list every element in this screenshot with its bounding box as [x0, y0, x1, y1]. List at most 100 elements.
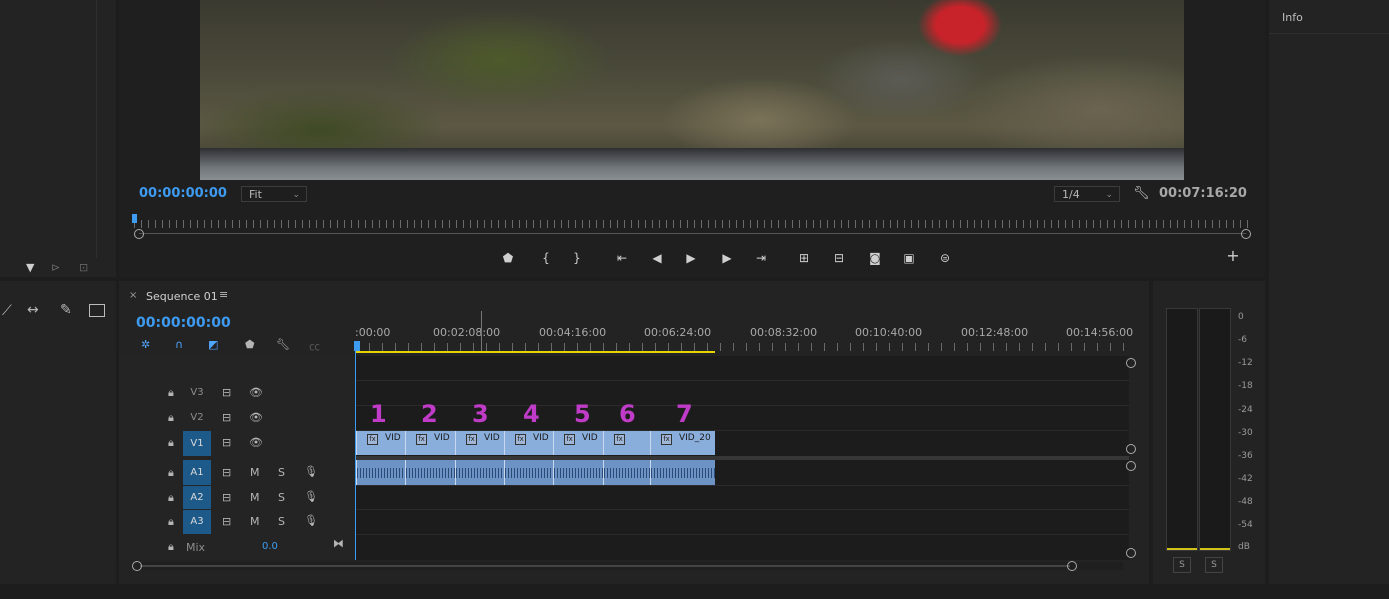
audio-vertical-scroll-top[interactable]	[1126, 461, 1136, 471]
snap-icon[interactable]: ∩	[175, 338, 183, 351]
audio-clip[interactable]	[650, 460, 715, 485]
close-icon[interactable]: ×	[129, 290, 137, 301]
sync-lock-icon[interactable]: ⊟	[222, 466, 231, 479]
vr-icon[interactable]: ⊜	[935, 250, 955, 266]
work-area-bar[interactable]	[356, 351, 715, 353]
filter-icon[interactable]: ▼	[26, 261, 34, 274]
settings-wrench-icon[interactable]: 🔧︎	[276, 338, 290, 351]
microphone-icon[interactable]: 🎙︎	[304, 514, 318, 527]
sync-lock-icon[interactable]: ⊟	[222, 491, 231, 504]
track-label-a2[interactable]: A2	[183, 486, 211, 509]
mix-pan-icon[interactable]: ⧓	[333, 537, 344, 550]
video-clip[interactable]: fx VID	[504, 431, 553, 455]
lock-icon[interactable]: 🔒︎	[168, 466, 174, 480]
lock-icon[interactable]: 🔒︎	[168, 491, 174, 505]
step-forward-icon[interactable]: ▶︎	[717, 250, 737, 266]
timeline-scroll-handle-left[interactable]	[132, 561, 142, 571]
video-vertical-scroll-bottom[interactable]	[1126, 444, 1136, 454]
audio-clip[interactable]	[603, 460, 650, 485]
sequence-tab[interactable]: Sequence 01	[146, 290, 218, 303]
microphone-icon[interactable]: 🎙︎	[304, 465, 318, 478]
new-bin-icon[interactable]: ⊡	[79, 261, 88, 274]
lock-icon[interactable]: 🔒︎	[168, 386, 174, 400]
camera-icon[interactable]: ◙	[865, 250, 885, 266]
audio-clip[interactable]	[553, 460, 603, 485]
audio-clip[interactable]	[356, 460, 405, 485]
resolution-select[interactable]: 1/4 ⌄	[1054, 186, 1120, 202]
go-to-out-icon[interactable]: ⇥	[751, 250, 771, 266]
add-button-icon[interactable]: +	[1223, 248, 1243, 264]
video-clip[interactable]: fx VID	[356, 431, 405, 455]
playhead-line[interactable]	[355, 350, 356, 560]
audio-clip[interactable]	[405, 460, 455, 485]
mark-out-icon[interactable]: }	[567, 250, 587, 266]
eye-icon[interactable]: 👁︎	[249, 386, 263, 399]
monitor-ruler[interactable]	[134, 220, 1248, 228]
add-marker-icon[interactable]: ⬟	[245, 338, 255, 351]
mark-in-icon[interactable]: {	[536, 250, 556, 266]
monitor-playhead[interactable]	[132, 214, 137, 223]
monitor-scroll-handle-right[interactable]	[1241, 229, 1251, 239]
track-label-a3[interactable]: A3	[183, 510, 211, 534]
captions-icon[interactable]: ㏄	[309, 338, 320, 354]
track-label-a1[interactable]: A1	[183, 460, 211, 485]
hamburger-menu-icon[interactable]: ≡	[219, 288, 228, 301]
meter-solo-left-button[interactable]: S	[1173, 557, 1191, 573]
mute-button[interactable]: M	[250, 466, 260, 479]
monitor-scrollbar[interactable]	[139, 233, 1246, 234]
meter-solo-right-button[interactable]: S	[1205, 557, 1223, 573]
eye-icon[interactable]: 👁︎	[249, 411, 263, 424]
video-vertical-scroll-top[interactable]	[1126, 358, 1136, 368]
solo-button[interactable]: S	[278, 515, 285, 528]
track-label-v1[interactable]: V1	[183, 431, 211, 456]
zoom-select[interactable]: Fit ⌄	[241, 186, 307, 202]
automate-icon[interactable]: ⊳	[51, 261, 60, 274]
rectangle-tool-icon[interactable]	[89, 304, 105, 317]
sync-lock-icon[interactable]: ⊟	[222, 386, 231, 399]
nest-icon[interactable]: ✲	[141, 338, 150, 351]
solo-button[interactable]: S	[278, 491, 285, 504]
solo-button[interactable]: S	[278, 466, 285, 479]
sync-lock-icon[interactable]: ⊟	[222, 411, 231, 424]
play-icon[interactable]: ▶︎	[681, 250, 701, 266]
mute-button[interactable]: M	[250, 491, 260, 504]
go-to-in-icon[interactable]: ⇤	[612, 250, 632, 266]
step-back-icon[interactable]: ◀︎	[647, 250, 667, 266]
video-clip[interactable]: fx	[603, 431, 650, 455]
lock-icon[interactable]: 🔒︎	[168, 411, 174, 425]
track-label-v3[interactable]: V3	[183, 382, 211, 404]
video-clip[interactable]: fx VID	[405, 431, 455, 455]
sync-lock-icon[interactable]: ⊟	[222, 515, 231, 528]
microphone-icon[interactable]: 🎙︎	[304, 490, 318, 503]
video-clip[interactable]: fx VID	[455, 431, 504, 455]
audio-clip[interactable]	[455, 460, 504, 485]
linked-selection-icon[interactable]: ◩	[208, 338, 218, 351]
overwrite-icon[interactable]: ⊟	[829, 250, 849, 266]
video-clip[interactable]: fx VID	[553, 431, 603, 455]
mix-volume-value[interactable]: 0.0	[262, 541, 278, 552]
mute-button[interactable]: M	[250, 515, 260, 528]
sync-lock-icon[interactable]: ⊟	[222, 436, 231, 449]
program-timecode[interactable]: 00:00:00:00	[139, 186, 227, 201]
timeline-scroll-handle-right[interactable]	[1067, 561, 1077, 571]
audio-clip[interactable]	[504, 460, 553, 485]
lock-icon[interactable]: 🔒︎	[168, 515, 174, 529]
lock-icon[interactable]: 🔒︎	[168, 436, 174, 450]
time-ruler[interactable]	[356, 343, 1124, 351]
timeline-timecode[interactable]: 00:00:00:00	[136, 315, 231, 331]
track-label-v2[interactable]: V2	[183, 407, 211, 429]
insert-icon[interactable]: ⊞	[794, 250, 814, 266]
pen-tool-icon[interactable]: ✎	[60, 302, 72, 318]
video-clip[interactable]: fx VID_20	[650, 431, 715, 455]
eye-icon[interactable]: 👁︎	[249, 436, 263, 449]
multicam-icon[interactable]: ▣	[899, 250, 919, 266]
slip-tool-icon[interactable]: ↔	[27, 302, 39, 318]
add-marker-icon[interactable]: ⬟	[498, 250, 518, 266]
audio-vertical-scroll-bottom[interactable]	[1126, 548, 1136, 558]
razor-tool-icon[interactable]: ⟋	[2, 303, 12, 319]
wrench-icon[interactable]: 🔧︎	[1133, 186, 1150, 201]
lock-icon[interactable]: 🔒︎	[168, 540, 174, 554]
info-panel-title[interactable]: Info	[1282, 11, 1303, 24]
monitor-scroll-handle-left[interactable]	[134, 229, 144, 239]
timeline-scroll-thumb[interactable]	[140, 565, 1070, 567]
